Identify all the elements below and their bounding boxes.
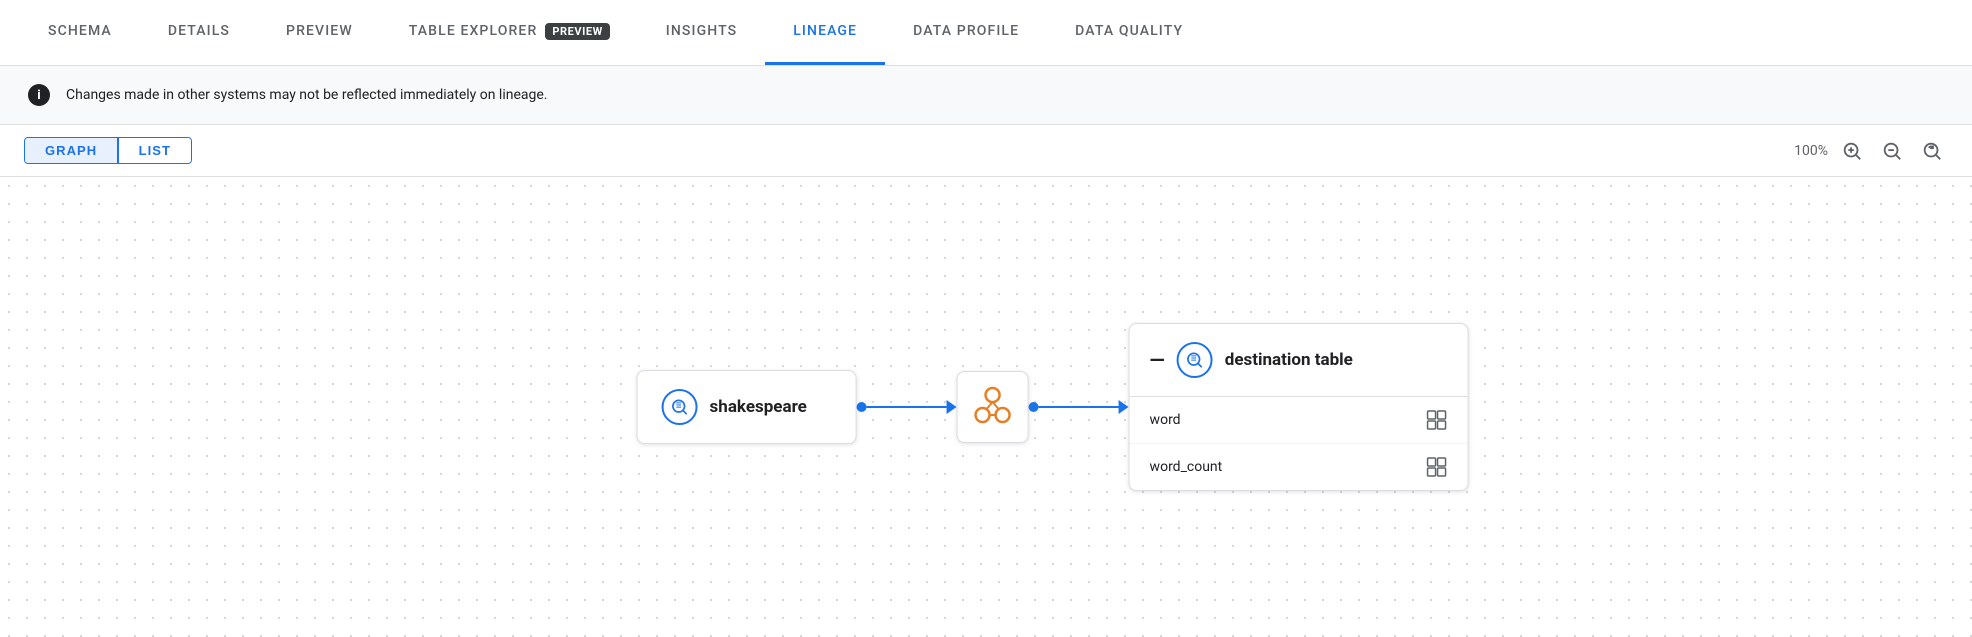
tab-lineage[interactable]: LINEAGE — [765, 0, 885, 65]
tab-details[interactable]: DETAILS — [140, 0, 258, 65]
dest-field-word-icon — [1426, 409, 1448, 431]
tab-data-quality[interactable]: DATA QUALITY — [1047, 0, 1211, 65]
destination-node[interactable]: — destination table word — [1129, 323, 1469, 491]
tab-schema[interactable]: SCHEMA — [20, 0, 140, 65]
transform-node[interactable] — [957, 371, 1029, 443]
connector-arrow-1 — [947, 400, 957, 414]
zoom-in-button[interactable] — [1836, 135, 1868, 167]
connector-line-1 — [867, 406, 947, 408]
tab-table-explorer-label: TABLE EXPLORER — [409, 23, 538, 39]
dest-field-word-count-label: word_count — [1150, 459, 1223, 475]
zoom-in-icon — [1841, 140, 1863, 162]
source-node-label: shakespeare — [710, 397, 807, 417]
table-search-icon — [670, 397, 690, 417]
connector-line-2 — [1039, 406, 1119, 408]
dash-icon: — — [1150, 348, 1165, 372]
tab-data-profile[interactable]: DATA PROFILE — [885, 0, 1047, 65]
dest-field-word-count-icon — [1426, 456, 1448, 478]
dest-field-row-word[interactable]: word — [1130, 397, 1468, 444]
lineage-graph: shakespeare — [637, 323, 1469, 491]
zoom-controls: 100% — [1794, 135, 1948, 167]
field-link-icon-word-count — [1426, 456, 1448, 478]
lineage-canvas[interactable]: shakespeare — [0, 177, 1972, 637]
zoom-reset-icon — [1921, 140, 1943, 162]
transform-icon — [971, 385, 1015, 429]
tab-bar: SCHEMA DETAILS PREVIEW TABLE EXPLORER PR… — [0, 0, 1972, 66]
info-banner: i Changes made in other systems may not … — [0, 66, 1972, 125]
dest-table-icon — [1177, 342, 1213, 378]
zoom-level-label: 100% — [1794, 143, 1828, 159]
zoom-out-icon — [1881, 140, 1903, 162]
tab-insights[interactable]: INSIGHTS — [638, 0, 765, 65]
view-toggle-group: GRAPH LIST — [24, 137, 192, 164]
source-table-icon — [662, 389, 698, 425]
connector-arrow-2 — [1119, 400, 1129, 414]
dest-field-row-word-count[interactable]: word_count — [1130, 444, 1468, 490]
tab-table-explorer[interactable]: TABLE EXPLORER PREVIEW — [381, 0, 638, 65]
dest-table-search-icon — [1185, 350, 1205, 370]
destination-node-header: — destination table — [1130, 324, 1468, 396]
list-toggle-button[interactable]: LIST — [119, 138, 191, 163]
source-node[interactable]: shakespeare — [637, 370, 857, 444]
preview-badge-pill: PREVIEW — [545, 23, 609, 40]
destination-fields: word word_count — [1130, 396, 1468, 490]
connector-source-transform — [857, 400, 957, 414]
info-icon: i — [28, 84, 50, 106]
tab-preview[interactable]: PREVIEW — [258, 0, 381, 65]
controls-bar: GRAPH LIST 100% — [0, 125, 1972, 177]
graph-toggle-button[interactable]: GRAPH — [25, 138, 117, 163]
info-message: Changes made in other systems may not be… — [66, 87, 548, 103]
connector-dot-left — [857, 402, 867, 412]
dest-field-word-label: word — [1150, 412, 1181, 428]
field-link-icon-word — [1426, 409, 1448, 431]
zoom-out-button[interactable] — [1876, 135, 1908, 167]
connector-transform-dest — [1029, 400, 1129, 414]
destination-node-label: destination table — [1225, 350, 1353, 370]
connector-dot-right — [1029, 402, 1039, 412]
zoom-reset-button[interactable] — [1916, 135, 1948, 167]
